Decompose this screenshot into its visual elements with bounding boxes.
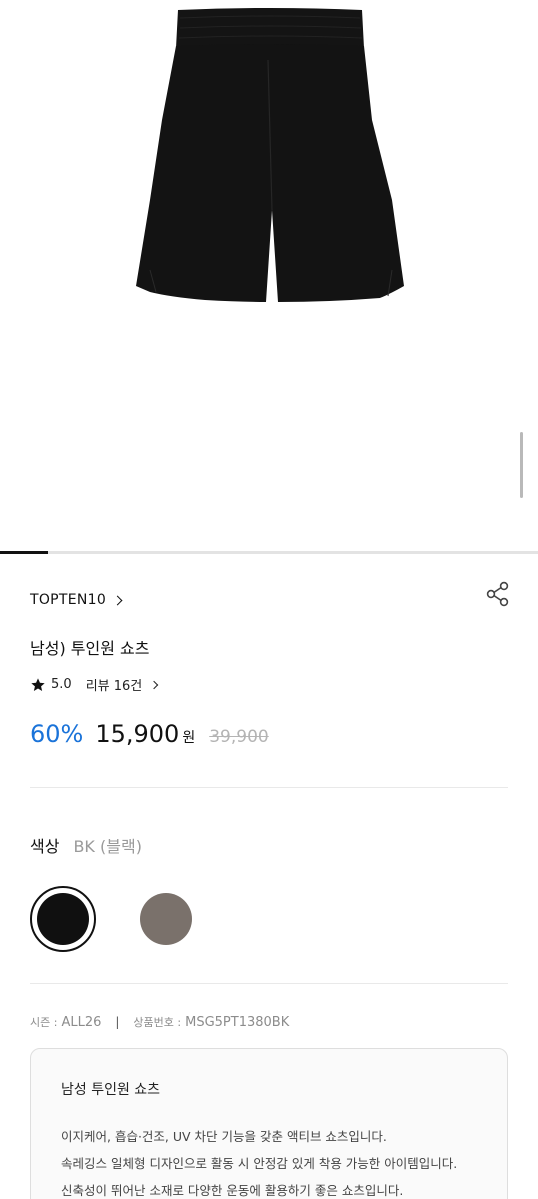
rating-score: 5.0 (51, 677, 72, 692)
discount-rate: 60% (30, 720, 84, 748)
original-price: 39,900 (209, 727, 269, 747)
gallery-progress-bar (0, 551, 538, 554)
brand-link[interactable]: TOPTEN10 (30, 592, 123, 608)
product-title: 남성) 투인원 쇼츠 (30, 639, 150, 658)
shorts-image (136, 8, 404, 302)
description-line: 이지케어, 흡습·건조, UV 차단 기능을 갖춘 액티브 쇼츠입니다. (61, 1129, 387, 1144)
currency-unit: 원 (182, 730, 196, 746)
product-code-value: MSG5PT1380BK (185, 1014, 290, 1030)
gallery-progress-fill (0, 551, 49, 554)
description-title: 남성 투인원 쇼츠 (61, 1082, 161, 1098)
reviews-link[interactable]: 리뷰 16건 (85, 675, 159, 694)
brand-name: TOPTEN10 (30, 592, 107, 608)
description-line: 신축성이 뛰어난 소재로 다양한 운동에 활용하기 좋은 쇼츠입니다. (61, 1183, 404, 1198)
swatch-fill (37, 893, 89, 945)
share-icon[interactable] (484, 580, 512, 608)
reviews-count: 리뷰 16건 (85, 679, 143, 694)
color-row: 색상 BK (블랙) (30, 833, 142, 857)
description-box: 남성 투인원 쇼츠 이지케어, 흡습·건조, UV 차단 기능을 갖춘 액티브 … (30, 1048, 508, 1199)
product-meta: 시즌 : ALL26 | 상품번호 : MSG5PT1380BK (30, 1014, 289, 1030)
price-row: 60% 15,900 원 39,900 (30, 720, 269, 748)
image-scrollbar[interactable] (520, 432, 523, 498)
season-value: ALL26 (61, 1014, 102, 1030)
description-line: 속레깅스 일체형 디자인으로 활동 시 안정감 있게 착용 가능한 아이템입니다… (61, 1156, 458, 1171)
product-code-label: 상품번호 : (133, 1016, 182, 1029)
chevron-right-icon (112, 595, 123, 605)
color-swatch-brown[interactable] (140, 893, 192, 945)
color-selected-value: BK (블랙) (73, 837, 142, 856)
chevron-right-icon (150, 680, 159, 689)
season-label: 시즌 : (30, 1016, 58, 1029)
sale-price: 15,900 (95, 720, 180, 748)
star-icon (31, 677, 45, 691)
color-label: 색상 (30, 837, 60, 856)
color-swatch-black[interactable] (30, 886, 96, 952)
divider (30, 983, 508, 984)
divider (30, 787, 508, 788)
separator: | (115, 1015, 120, 1029)
product-image[interactable] (0, 0, 538, 552)
rating-row[interactable]: 5.0 리뷰 16건 (30, 675, 159, 694)
